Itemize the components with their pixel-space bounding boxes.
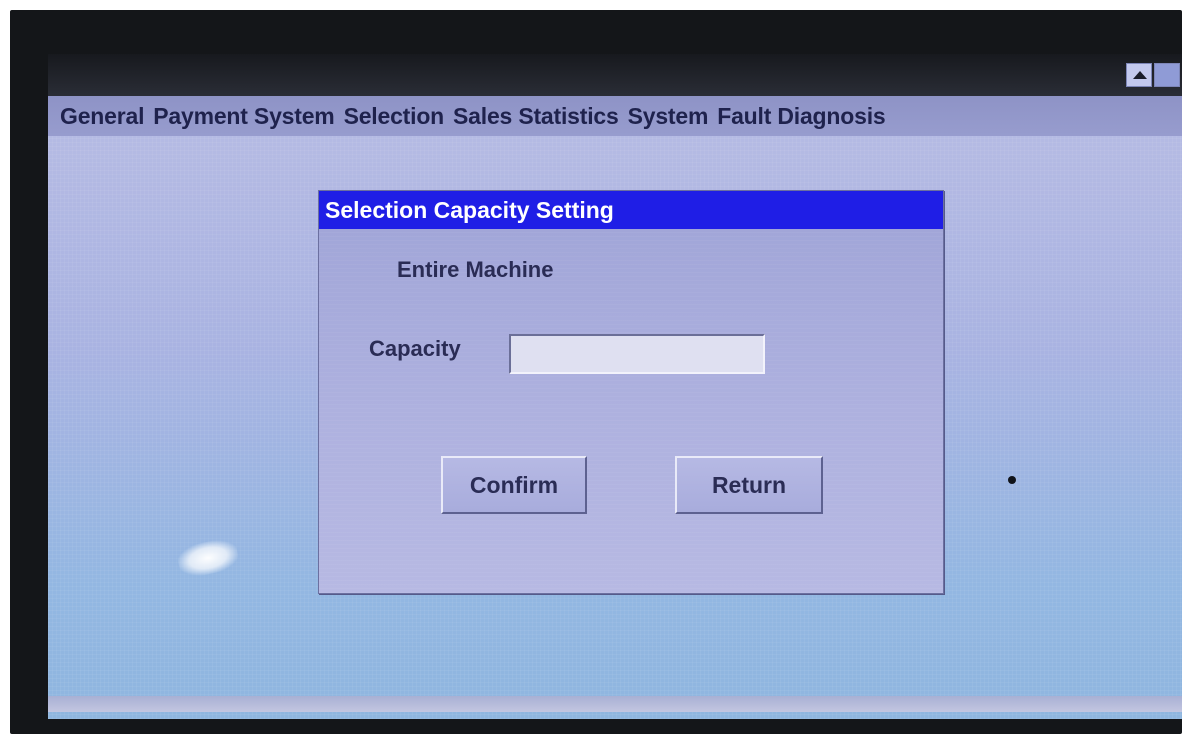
- triangle-up-icon: [1133, 71, 1147, 79]
- scroll-up-button[interactable]: [1126, 63, 1152, 87]
- screen: General Payment System Selection Sales S…: [48, 54, 1182, 719]
- capacity-label: Capacity: [369, 336, 461, 361]
- menu-fault-diagnosis[interactable]: Fault Diagnosis: [717, 103, 885, 130]
- screen-glare: [175, 536, 241, 580]
- confirm-button[interactable]: Confirm: [441, 456, 587, 514]
- title-bar: [48, 54, 1182, 96]
- square-window-button[interactable]: [1154, 63, 1180, 87]
- menu-sales-statistics[interactable]: Sales Statistics: [453, 103, 619, 130]
- device-bezel: General Payment System Selection Sales S…: [10, 10, 1182, 734]
- dialog-title: Selection Capacity Setting: [319, 191, 943, 229]
- menu-bar: General Payment System Selection Sales S…: [48, 96, 1182, 136]
- screen-speck: [1008, 476, 1016, 484]
- menu-selection[interactable]: Selection: [344, 103, 445, 130]
- menu-payment-system[interactable]: Payment System: [153, 103, 334, 130]
- selection-capacity-dialog: Selection Capacity Setting Entire Machin…: [318, 190, 944, 594]
- return-button[interactable]: Return: [675, 456, 823, 514]
- menu-system[interactable]: System: [628, 103, 709, 130]
- capacity-input[interactable]: [509, 334, 765, 374]
- bottom-status-strip: [48, 696, 1182, 712]
- menu-general[interactable]: General: [60, 103, 144, 130]
- dialog-subtitle: Entire Machine: [397, 257, 554, 282]
